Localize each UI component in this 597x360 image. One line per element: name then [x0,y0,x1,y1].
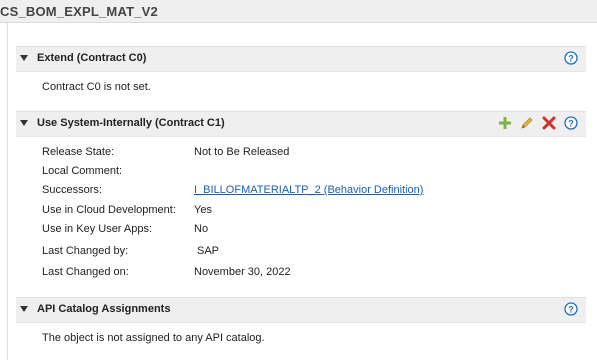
section-c1-header[interactable]: Use System-Internally (Contract C1) ? [16,111,586,137]
collapse-toggle-icon[interactable] [20,120,28,126]
contract-c0-status: Contract C0 is not set. [42,81,151,93]
field-value-last-changed-on: November 30, 2022 [194,266,291,278]
field-label-last-changed-on: Last Changed on: [42,266,129,278]
field-label-key-user-apps: Use in Key User Apps: [42,223,153,235]
field-label-release-state: Release State: [42,146,115,158]
help-icon[interactable]: ? [564,116,578,130]
section-title: Use System-Internally (Contract C1) [37,117,225,129]
field-value-last-changed-by: SAP [197,245,220,257]
section-extend-header[interactable]: Extend (Contract C0) ? [16,46,586,72]
collapse-toggle-icon[interactable] [20,55,28,61]
help-icon[interactable]: ? [564,302,578,316]
delete-icon[interactable] [541,115,557,131]
field-label-successors: Successors: [42,184,102,196]
left-margin-rule [7,22,8,360]
api-catalog-status: The object is not assigned to any API ca… [42,332,265,344]
field-label-last-changed-by: Last Changed by: [42,245,129,257]
help-icon[interactable]: ? [564,51,578,65]
successor-link[interactable]: I_BILLOFMATERIALTP_2 (Behavior Definitio… [194,184,423,196]
field-value-release-state: Not to Be Released [194,146,290,158]
field-value-key-user-apps: No [194,223,209,235]
section-title: API Catalog Assignments [37,303,171,315]
object-title: CS_BOM_EXPL_MAT_V2 [0,4,158,19]
section-title: Extend (Contract C0) [37,52,147,64]
svg-text:?: ? [568,119,574,129]
add-icon[interactable] [497,115,513,131]
field-label-cloud-dev: Use in Cloud Development: [42,204,176,216]
svg-text:?: ? [568,54,574,64]
collapse-toggle-icon[interactable] [20,306,28,312]
field-value-cloud-dev: Yes [194,204,212,216]
section-api-catalog-header[interactable]: API Catalog Assignments ? [16,297,586,323]
field-label-local-comment: Local Comment: [42,165,123,177]
svg-text:?: ? [568,305,574,315]
edit-icon[interactable] [519,115,535,131]
editor-title-bar: CS_BOM_EXPL_MAT_V2 [0,0,597,23]
